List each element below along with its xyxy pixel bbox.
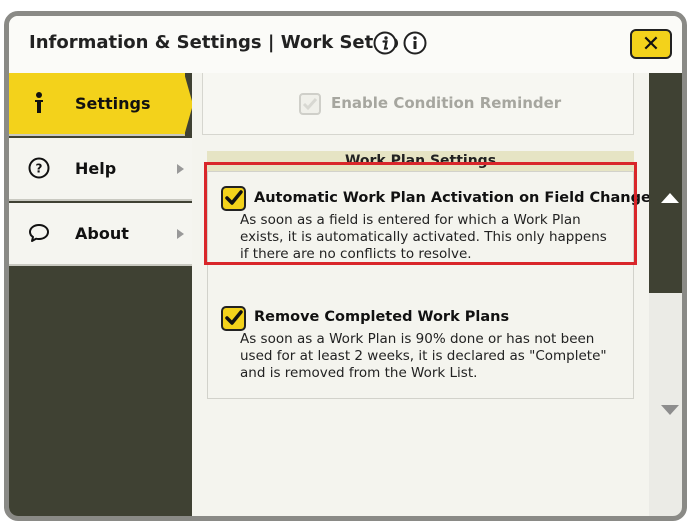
title-bar: Information & Settings | Work Setup ✕ [9,16,682,74]
sidebar-item-label: About [75,224,129,243]
sidebar-item-help[interactable]: ? Help [9,138,192,201]
sidebar-item-about[interactable]: About [9,203,192,266]
enable-condition-reminder-checkbox[interactable] [299,93,321,115]
description-line: As soon as a Work Plan is 90% done or ha… [240,331,595,347]
close-button[interactable]: ✕ [630,29,672,59]
checkmark-icon [225,310,243,325]
close-icon: ✕ [641,31,661,57]
arrow-down-icon [661,405,679,415]
scrollbar[interactable] [649,73,682,516]
enable-condition-reminder-label: Enable Condition Reminder [331,94,562,112]
scroll-up-button[interactable] [649,143,682,293]
scroll-down-button[interactable] [649,293,682,516]
chevron-right-icon [177,164,184,174]
question-icon: ? [27,156,51,180]
main-content: Enable Condition Reminder Work Plan Sett… [192,73,651,516]
sidebar: Settings ? Help About [9,73,193,516]
svg-text:?: ? [36,162,43,176]
remove-completed-checkbox[interactable] [221,306,246,331]
highlight-annotation [204,162,637,265]
sidebar-item-label: Help [75,159,117,178]
enable-condition-reminder-row: Enable Condition Reminder [202,73,634,135]
option-description: As soon as a Work Plan is 90% done or ha… [240,331,635,382]
arrow-up-icon [661,193,679,203]
window-frame: Information & Settings | Work Setup ✕ Se… [4,11,687,521]
chevron-right-icon [177,229,184,239]
page-title: Information & Settings | Work Setup [29,32,399,53]
sidebar-item-label: Settings [75,94,151,113]
info-icon[interactable] [403,31,427,55]
info-italic-icon[interactable] [373,31,397,55]
sidebar-item-settings[interactable]: Settings [9,73,193,136]
speech-bubble-icon [27,221,51,245]
description-line: used for at least 2 weeks, it is declare… [240,348,607,364]
description-line: and is removed from the Work List. [240,365,478,381]
option-title: Remove Completed Work Plans [254,309,510,325]
person-icon [27,91,51,115]
